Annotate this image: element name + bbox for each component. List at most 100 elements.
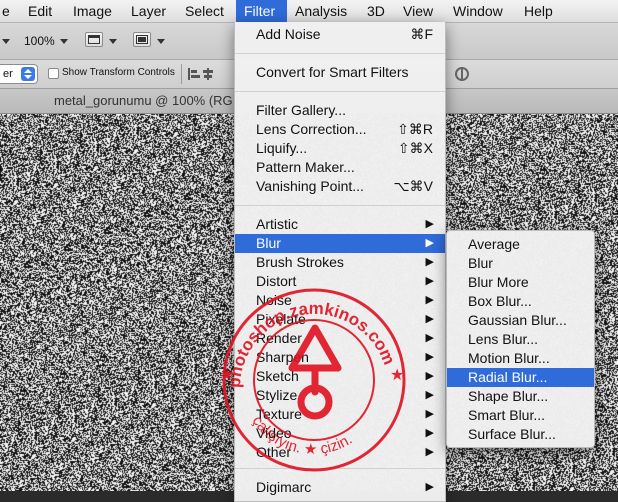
document-title: metal_gorunumu @ 100% (RG xyxy=(54,93,233,108)
menu-separator xyxy=(235,53,445,54)
menu-layer[interactable]: Layer xyxy=(123,0,174,22)
menu-analysis[interactable]: Analysis xyxy=(287,0,355,22)
shortcut-label: ⇧⌘X xyxy=(397,140,433,156)
blur-item-lens-blur[interactable]: Lens Blur... xyxy=(447,330,594,349)
blur-item-blur-more[interactable]: Blur More xyxy=(447,273,594,292)
menu-item-label: Noise xyxy=(256,292,292,308)
filter-menu: Add Noise ⌘F Convert for Smart Filters F… xyxy=(234,22,446,502)
menu-item-label: Video xyxy=(256,425,292,441)
menu-item-noise[interactable]: Noise ▶ xyxy=(235,291,445,310)
blur-item-shape-blur[interactable]: Shape Blur... xyxy=(447,387,594,406)
menu-item-label: Blur xyxy=(256,235,281,251)
blur-item-smart-blur[interactable]: Smart Blur... xyxy=(447,406,594,425)
menu-select[interactable]: Select xyxy=(177,0,232,22)
menu-item-distort[interactable]: Distort ▶ xyxy=(235,272,445,291)
screen-mode-chevron-icon[interactable] xyxy=(157,39,165,44)
submenu-arrow-icon: ▶ xyxy=(425,408,434,420)
dropdown-stepper-icon xyxy=(21,67,35,81)
menu-item-label: Distort xyxy=(256,273,297,289)
menu-separator xyxy=(235,91,445,92)
menu-item-sketch[interactable]: Sketch ▶ xyxy=(235,367,445,386)
menu-item-pixelate[interactable]: Pixelate ▶ xyxy=(235,310,445,329)
menu-edit[interactable]: Edit xyxy=(20,0,60,22)
menu-3d[interactable]: 3D xyxy=(359,0,393,22)
blur-item-radial-blur[interactable]: Radial Blur... xyxy=(447,368,594,387)
zoom-chevron-icon[interactable] xyxy=(60,39,68,44)
menu-item-label: Lens Correction... xyxy=(256,121,367,137)
menu-separator xyxy=(235,205,445,206)
menu-item-digimarc[interactable]: Digimarc ▶ xyxy=(235,478,445,497)
show-transform-checkbox[interactable] xyxy=(48,68,59,79)
menu-item-filter-gallery[interactable]: Filter Gallery... xyxy=(235,101,445,120)
screen-mode-icon[interactable] xyxy=(133,32,151,47)
submenu-arrow-icon: ▶ xyxy=(425,237,434,249)
blur-item-box-blur[interactable]: Box Blur... xyxy=(447,292,594,311)
blur-submenu: Average Blur Blur More Box Blur... Gaussian … xyxy=(446,230,595,448)
submenu-arrow-icon: ▶ xyxy=(425,332,434,344)
menu-item-label: Stylize xyxy=(256,387,298,403)
menu-item-convert-smart-filters[interactable]: Convert for Smart Filters xyxy=(235,63,445,82)
menu-item-lens-correction[interactable]: Lens Correction... ⇧⌘R xyxy=(235,120,445,139)
menu-item-label: Other xyxy=(256,444,292,460)
menu-item-vanishing-point[interactable]: Vanishing Point... ⌥⌘V xyxy=(235,177,445,196)
menu-item-label: Add Noise xyxy=(256,26,321,42)
menu-bar: e Edit Image Layer Select Filter Analysi… xyxy=(0,0,618,23)
menu-item-render[interactable]: Render ▶ xyxy=(235,329,445,348)
blur-item-average[interactable]: Average xyxy=(447,235,594,254)
blur-item-motion-blur[interactable]: Motion Blur... xyxy=(447,349,594,368)
menu-item-artistic[interactable]: Artistic ▶ xyxy=(235,215,445,234)
submenu-arrow-icon: ▶ xyxy=(425,256,434,268)
blur-item-blur[interactable]: Blur xyxy=(447,254,594,273)
align-icons[interactable] xyxy=(188,68,238,80)
view-extras-chevron-icon[interactable] xyxy=(109,39,117,44)
menu-help[interactable]: Help xyxy=(516,0,561,22)
blur-item-surface-blur[interactable]: Surface Blur... xyxy=(447,425,594,444)
submenu-arrow-icon: ▶ xyxy=(425,481,434,493)
menu-item-other[interactable]: Other ▶ xyxy=(235,443,445,462)
menu-item-sharpen[interactable]: Sharpen ▶ xyxy=(235,348,445,367)
menu-item-label: Convert for Smart Filters xyxy=(256,64,409,80)
menu-item-add-noise[interactable]: Add Noise ⌘F xyxy=(235,25,445,44)
menu-photoshop[interactable]: e xyxy=(0,0,18,22)
submenu-arrow-icon: ▶ xyxy=(425,294,434,306)
menu-item-texture[interactable]: Texture ▶ xyxy=(235,405,445,424)
menu-item-label: Brush Strokes xyxy=(256,254,344,270)
menu-image[interactable]: Image xyxy=(65,0,120,22)
zoom-level[interactable]: 100% xyxy=(24,34,55,48)
menu-item-label: Liquify... xyxy=(256,140,308,156)
menu-item-video[interactable]: Video ▶ xyxy=(235,424,445,443)
menu-item-label: Texture xyxy=(256,406,302,422)
menu-item-label: Sharpen xyxy=(256,349,309,365)
submenu-arrow-icon: ▶ xyxy=(425,218,434,230)
menu-item-brush-strokes[interactable]: Brush Strokes ▶ xyxy=(235,253,445,272)
3d-tool-icon[interactable] xyxy=(455,67,471,81)
menu-item-label: Filter Gallery... xyxy=(256,102,346,118)
view-extras-icon[interactable] xyxy=(85,32,103,47)
auto-select-dropdown[interactable]: er xyxy=(0,64,38,84)
submenu-arrow-icon: ▶ xyxy=(425,389,434,401)
submenu-arrow-icon: ▶ xyxy=(425,313,434,325)
auto-select-value: er xyxy=(3,68,13,80)
menu-item-label: Pixelate xyxy=(256,311,306,327)
menu-item-stylize[interactable]: Stylize ▶ xyxy=(235,386,445,405)
blur-item-gaussian-blur[interactable]: Gaussian Blur... xyxy=(447,311,594,330)
menu-item-pattern-maker[interactable]: Pattern Maker... xyxy=(235,158,445,177)
menu-separator xyxy=(235,468,445,469)
menu-window[interactable]: Window xyxy=(445,0,511,22)
shortcut-label: ⌘F xyxy=(410,26,433,42)
menu-filter[interactable]: Filter xyxy=(236,0,287,22)
menu-view[interactable]: View xyxy=(395,0,441,22)
chevron-down-icon[interactable] xyxy=(2,39,10,44)
menu-item-blur[interactable]: Blur ▶ xyxy=(235,234,445,253)
menu-item-label: Digimarc xyxy=(256,479,312,495)
menu-item-label: Pattern Maker... xyxy=(256,159,355,175)
submenu-arrow-icon: ▶ xyxy=(425,351,434,363)
submenu-arrow-icon: ▶ xyxy=(425,427,434,439)
show-transform-label: Show Transform Controls xyxy=(62,67,175,78)
submenu-arrow-icon: ▶ xyxy=(425,370,434,382)
menu-item-label: Vanishing Point... xyxy=(256,178,364,194)
menu-item-label: Render xyxy=(256,330,302,346)
divider xyxy=(181,64,182,84)
menu-item-liquify[interactable]: Liquify... ⇧⌘X xyxy=(235,139,445,158)
shortcut-label: ⇧⌘R xyxy=(397,121,433,137)
